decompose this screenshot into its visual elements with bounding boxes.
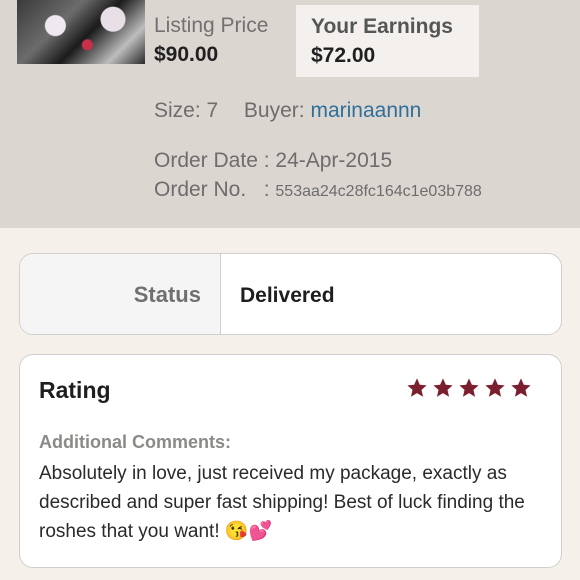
rating-title: Rating [39,377,111,403]
star-icon [485,378,505,397]
comments-label: Additional Comments: [39,432,231,452]
listing-price-value: $90.00 [154,43,219,66]
order-number-label: Order No. [154,178,247,201]
order-number-value: 553aa24c28fc164c1e03b788 [275,183,482,200]
buyer-link[interactable]: marinaannn [310,99,421,122]
star-icon [459,378,479,397]
star-icon [511,378,531,397]
rating-stars [406,377,532,399]
order-date-separator: : [263,149,276,172]
buyer-label: Buyer: [243,99,305,122]
size-buyer-row: Size: 7 Buyer: marinaannn [154,99,421,123]
order-number-separator: : [252,178,276,201]
listing-price-label: Listing Price [154,14,269,37]
product-thumbnail[interactable] [17,0,145,64]
comments-text: Absolutely in love, just received my pac… [39,463,525,542]
star-icon [433,378,453,397]
order-date-label: Order Date [154,149,258,172]
status-label: Status [133,282,201,307]
order-date-value: 24-Apr-2015 [275,149,393,172]
star-icon [407,378,427,397]
earnings-box: Your Earnings $72.00 [296,5,479,77]
earnings-label: Your Earnings [311,15,453,38]
order-number-row: Order No. : 553aa24c28fc164c1e03b788 [154,178,482,202]
size-value: 7 [206,99,219,122]
status-card: Status Delivered [19,253,562,335]
status-label-cell: Status [20,254,221,334]
earnings-value: $72.00 [311,44,376,67]
order-date-row: Order Date : 24-Apr-2015 [154,149,392,173]
status-value: Delivered [240,284,335,307]
size-label: Size: [154,99,201,122]
order-summary-header: Listing Price $90.00 Your Earnings $72.0… [0,0,580,228]
rating-card: Rating Additional Comments: Absolutely i… [19,354,562,568]
